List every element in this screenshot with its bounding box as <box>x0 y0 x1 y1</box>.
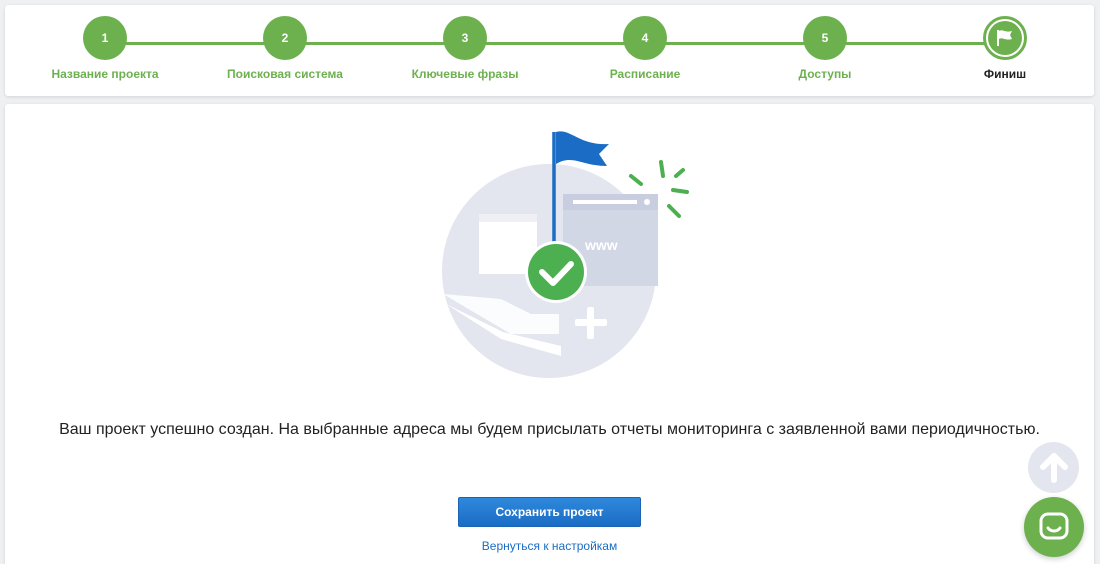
step-number: 5 <box>803 16 847 60</box>
step-label: Ключевые фразы <box>411 67 519 81</box>
step-number: 4 <box>623 16 667 60</box>
scroll-top-button[interactable] <box>1028 442 1079 493</box>
step-number: 3 <box>443 16 487 60</box>
step-number: 2 <box>263 16 307 60</box>
chat-icon <box>1039 512 1069 540</box>
success-message: Ваш проект успешно создан. На выбранные … <box>59 421 1040 438</box>
step-label: Название проекта <box>51 67 159 81</box>
stepper: 1 Название проекта 2 Поисковая система 3… <box>5 5 1094 96</box>
step-label: Поисковая система <box>227 67 343 81</box>
www-label: www <box>584 237 618 253</box>
chat-button[interactable] <box>1024 497 1084 557</box>
success-illustration: www <box>442 131 689 378</box>
step-access[interactable]: 5 Доступы <box>725 5 925 96</box>
step-search-engine[interactable]: 2 Поисковая система <box>185 5 385 96</box>
step-project-name[interactable]: 1 Название проекта <box>5 5 205 96</box>
main-panel: www Ваш проект успешно создан. На выбран… <box>5 104 1094 564</box>
flag-icon <box>997 30 1012 46</box>
step-keywords[interactable]: 3 Ключевые фразы <box>365 5 565 96</box>
step-label: Доступы <box>798 67 852 81</box>
arrow-up-icon <box>1039 452 1068 483</box>
step-number: 1 <box>83 16 127 60</box>
step-label: Финиш <box>983 67 1027 81</box>
step-finish[interactable]: Финиш <box>905 5 1100 96</box>
step-label: Расписание <box>609 67 681 81</box>
back-to-settings-link[interactable]: Вернуться к настройкам <box>5 539 1094 553</box>
save-project-button[interactable]: Сохранить проект <box>458 497 641 527</box>
step-schedule[interactable]: 4 Расписание <box>545 5 745 96</box>
step-finish-circle <box>983 16 1027 60</box>
